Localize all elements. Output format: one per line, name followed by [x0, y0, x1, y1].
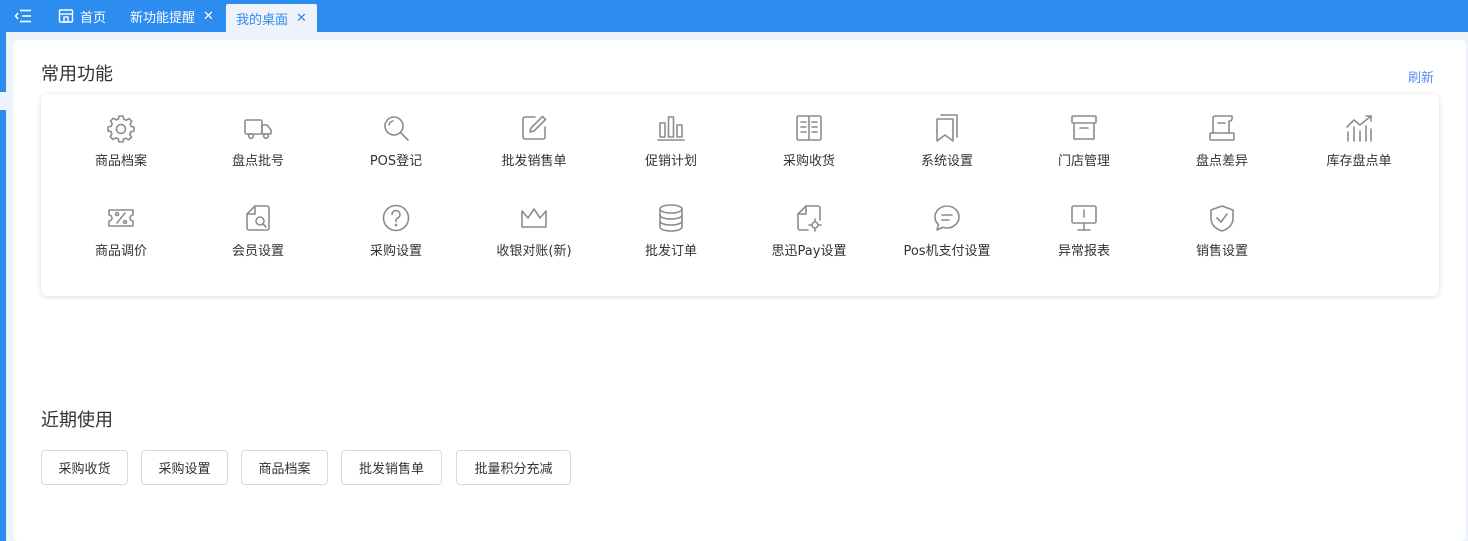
recent-item-button[interactable]: 采购设置 [141, 450, 228, 485]
search-icon [380, 112, 412, 144]
desktop-panel: 常用功能 刷新 商品档案 盘点批号 POS登记 批发销售单 促销计划 采购收货 系统设置 门店… [13, 40, 1466, 541]
menu-fold-icon [14, 9, 32, 23]
function-item-label: POS登记 [369, 154, 423, 169]
function-item-label: 商品调价 [94, 244, 147, 259]
function-item[interactable]: 批发销售单 [469, 112, 599, 182]
function-item[interactable]: 异常报表 [1019, 202, 1149, 272]
recent-item-button[interactable]: 商品档案 [241, 450, 328, 485]
question-circle-icon [380, 202, 412, 234]
function-item-label: 采购收货 [782, 154, 835, 169]
function-item[interactable]: POS登记 [331, 112, 461, 182]
home-icon [58, 8, 74, 24]
function-item[interactable]: 门店管理 [1019, 112, 1149, 182]
function-item-label: 盘点批号 [231, 154, 284, 169]
function-item-label: 促销计划 [644, 154, 697, 169]
function-item[interactable]: 思迅Pay设置 [744, 202, 874, 272]
function-item[interactable]: 批发订单 [606, 202, 736, 272]
crown-icon [518, 202, 550, 234]
function-item[interactable]: 盘点差异 [1157, 112, 1287, 182]
function-item[interactable]: 会员设置 [193, 202, 323, 272]
tab-my-desktop[interactable]: 我的桌面 ✕ [225, 4, 317, 32]
function-item[interactable]: 盘点批号 [193, 112, 323, 182]
function-item-label: 库存盘点单 [1326, 154, 1392, 169]
function-item-label: 批发销售单 [501, 154, 567, 169]
left-accent-bar [0, 110, 6, 541]
tab-new-features-label: 新功能提醒 [130, 10, 196, 26]
function-item-label: 销售设置 [1195, 244, 1248, 259]
shield-check-icon [1206, 202, 1238, 234]
function-item-label: 会员设置 [231, 244, 284, 259]
common-functions-title: 常用功能 [41, 64, 113, 85]
chat-bubble-icon [931, 202, 963, 234]
function-item[interactable]: Pos机支付设置 [882, 202, 1012, 272]
function-item[interactable]: 商品调价 [56, 202, 186, 272]
bookmark-icon [931, 112, 963, 144]
function-item-label: 异常报表 [1057, 244, 1110, 259]
gear-icon [105, 112, 137, 144]
book-icon [793, 112, 825, 144]
trend-chart-icon [1343, 112, 1375, 144]
recent-item-button[interactable]: 采购收货 [41, 450, 128, 485]
file-search-icon [242, 202, 274, 234]
recent-use-title: 近期使用 [41, 410, 113, 431]
function-item[interactable]: 系统设置 [882, 112, 1012, 182]
function-item-label: 批发订单 [644, 244, 697, 259]
function-item[interactable]: 采购设置 [331, 202, 461, 272]
scroll-icon [1206, 112, 1238, 144]
bar-chart-icon [655, 112, 687, 144]
function-item-label: 收银对账(新) [496, 244, 572, 259]
function-item-label: 采购设置 [369, 244, 422, 259]
edit-icon [518, 112, 550, 144]
database-icon [655, 202, 687, 234]
function-item-label: 门店管理 [1057, 154, 1110, 169]
function-item-label: 系统设置 [920, 154, 973, 169]
common-functions-card: 商品档案 盘点批号 POS登记 批发销售单 促销计划 采购收货 系统设置 门店管理 盘点差异 库存… [41, 94, 1439, 296]
function-item[interactable]: 商品档案 [56, 112, 186, 182]
function-item-label: 盘点差异 [1195, 154, 1248, 169]
discount-ticket-icon [105, 202, 137, 234]
refresh-link[interactable]: 刷新 [1408, 67, 1434, 86]
close-icon[interactable]: ✕ [296, 12, 307, 25]
function-item-label: 思迅Pay设置 [771, 244, 847, 259]
function-item-label: 商品档案 [94, 154, 147, 169]
tab-my-desktop-label: 我的桌面 [235, 12, 288, 28]
tab-new-features[interactable]: 新功能提醒 ✕ [118, 0, 226, 32]
tab-home-label: 首页 [80, 10, 107, 26]
function-item[interactable]: 销售设置 [1157, 202, 1287, 272]
function-item[interactable]: 收银对账(新) [469, 202, 599, 272]
monitor-icon [1068, 202, 1100, 234]
function-item[interactable]: 采购收货 [744, 112, 874, 182]
recent-item-button[interactable]: 批发销售单 [341, 450, 442, 485]
menu-toggle-button[interactable] [0, 0, 46, 32]
file-settings-icon [793, 202, 825, 234]
truck-icon [242, 112, 274, 144]
archive-box-icon [1068, 112, 1100, 144]
function-item[interactable]: 库存盘点单 [1294, 112, 1424, 182]
left-accent-bar [0, 32, 6, 92]
function-item-label: Pos机支付设置 [903, 244, 991, 259]
close-icon[interactable]: ✕ [203, 10, 214, 23]
recent-item-button[interactable]: 批量积分充减 [456, 450, 571, 485]
tab-home[interactable]: 首页 [46, 0, 118, 32]
tab-bar: 首页 新功能提醒 ✕ 我的桌面 ✕ [0, 0, 1468, 32]
function-item[interactable]: 促销计划 [606, 112, 736, 182]
